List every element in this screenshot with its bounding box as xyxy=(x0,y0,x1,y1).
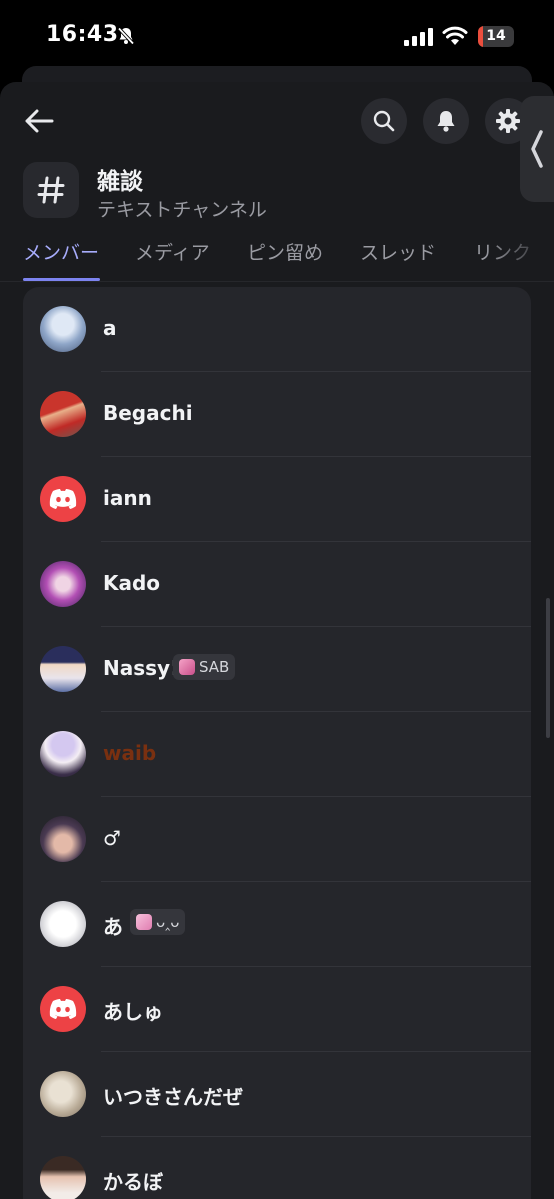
member-name: Nassy! xyxy=(103,656,180,680)
member-name: a xyxy=(103,316,117,340)
tab-members[interactable]: メンバー xyxy=(23,238,99,265)
avatar xyxy=(40,561,86,607)
channel-info-sheet: 雑談 テキストチャンネル メンバー メディア ピン留め スレッド リンク a B… xyxy=(0,82,554,1199)
search-button[interactable] xyxy=(361,98,407,144)
server-tag: ᴗ‸ᴗ xyxy=(130,909,186,935)
avatar xyxy=(40,986,86,1032)
member-name: あしゅ xyxy=(103,1000,163,1024)
avatar xyxy=(40,1156,86,1199)
avatar xyxy=(40,306,86,352)
member-list: a Begachi iann Kado Nassy! SAB waib ♂ あ … xyxy=(23,287,531,1199)
battery-percent: 14 xyxy=(486,28,506,44)
member-name: あ xyxy=(103,915,123,939)
member-name: Begachi xyxy=(103,401,193,425)
avatar xyxy=(40,1071,86,1117)
status-time: 16:43 xyxy=(46,22,119,47)
channel-tabs: メンバー メディア ピン留め スレッド リンク xyxy=(0,234,554,282)
bunny-icon xyxy=(136,914,152,930)
tab-threads[interactable]: スレッド xyxy=(360,238,436,265)
channel-type: テキストチャンネル xyxy=(97,199,267,221)
status-bar: 16:43 14 xyxy=(0,0,554,72)
tab-pins[interactable]: ピン留め xyxy=(247,238,323,265)
member-row[interactable]: あしゅ xyxy=(23,967,531,1052)
tag-label: SAB xyxy=(199,658,230,676)
side-panel-handle[interactable] xyxy=(520,96,554,202)
avatar xyxy=(40,391,86,437)
member-row[interactable]: あ ᴗ‸ᴗ xyxy=(23,882,531,967)
member-name: Kado xyxy=(103,571,161,595)
hashtag-icon xyxy=(37,176,65,204)
bell-slash-icon xyxy=(117,27,135,45)
avatar xyxy=(40,901,86,947)
channel-name: 雑談 xyxy=(97,169,143,195)
tabs-fade xyxy=(484,234,554,280)
tag-icon xyxy=(179,659,195,675)
avatar xyxy=(40,476,86,522)
member-name: waib xyxy=(103,741,157,765)
member-row[interactable]: a xyxy=(23,287,531,372)
member-name: かるぼ xyxy=(103,1170,163,1194)
channel-icon xyxy=(23,162,79,218)
member-row[interactable]: かるぼ xyxy=(23,1137,531,1199)
member-row[interactable]: Begachi xyxy=(23,372,531,457)
cellular-signal-icon xyxy=(404,28,433,46)
discord-logo-icon xyxy=(49,489,77,509)
member-name: ♂ xyxy=(103,826,121,850)
avatar xyxy=(40,816,86,862)
arrow-left-icon[interactable] xyxy=(22,104,56,138)
active-tab-indicator xyxy=(23,278,100,281)
member-row[interactable]: Nassy! SAB xyxy=(23,627,531,712)
member-row[interactable]: Kado xyxy=(23,542,531,627)
battery-indicator: 14 xyxy=(478,26,514,47)
member-row[interactable]: いつきさんだぜ xyxy=(23,1052,531,1137)
search-icon xyxy=(373,110,395,132)
tag-label: ᴗ‸ᴗ xyxy=(156,913,180,931)
discord-logo-icon xyxy=(49,999,77,1019)
member-row[interactable]: iann xyxy=(23,457,531,542)
server-tag: SAB xyxy=(173,654,236,680)
scrollbar[interactable] xyxy=(546,598,550,738)
gear-icon xyxy=(496,109,520,133)
wifi-icon xyxy=(442,26,468,45)
tab-media[interactable]: メディア xyxy=(135,238,210,265)
member-row[interactable]: ♂ xyxy=(23,797,531,882)
member-name: いつきさんだぜ xyxy=(103,1085,243,1109)
notifications-button[interactable] xyxy=(423,98,469,144)
avatar xyxy=(40,731,86,777)
chevron-left-icon xyxy=(531,130,543,168)
member-row[interactable]: waib xyxy=(23,712,531,797)
member-name: iann xyxy=(103,486,152,510)
avatar xyxy=(40,646,86,692)
bell-icon xyxy=(437,111,455,132)
